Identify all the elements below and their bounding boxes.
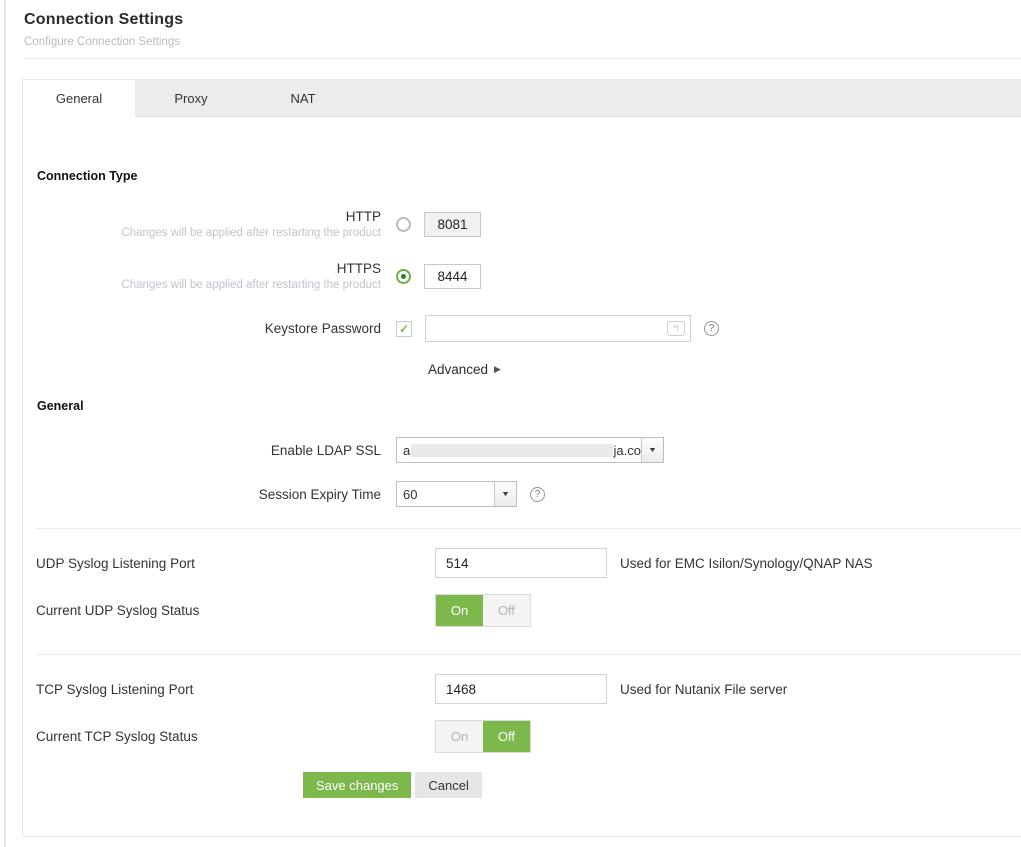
advanced-label: Advanced xyxy=(428,362,488,377)
form-actions: Save changes Cancel xyxy=(303,772,1021,798)
ldap-ssl-selected-value: a ja.co xyxy=(397,443,641,458)
udp-syslog-status-label: Current UDP Syslog Status xyxy=(36,603,435,618)
password-manager-icon[interactable]: *! xyxy=(667,321,685,336)
redaction-bar xyxy=(411,444,612,457)
ldap-ssl-row: Enable LDAP SSL a ja.co ▼ xyxy=(23,437,1021,463)
keystore-row: Keystore Password ✓ *! ? xyxy=(23,315,1021,342)
https-label-block: HTTPS Changes will be applied after rest… xyxy=(23,261,381,291)
ldap-value-end: ja.co xyxy=(614,443,641,458)
keystore-password-input[interactable] xyxy=(426,316,656,341)
udp-syslog-note: Used for EMC Isilon/Synology/QNAP NAS xyxy=(620,556,873,571)
ldap-ssl-controls: a ja.co ▼ xyxy=(396,437,664,463)
session-expiry-dropdown-button[interactable]: ▼ xyxy=(494,482,516,506)
keystore-controls: ✓ *! ? xyxy=(396,315,719,342)
session-expiry-value: 60 xyxy=(403,487,417,502)
tab-bar: General Proxy NAT xyxy=(23,80,1021,117)
tab-general[interactable]: General xyxy=(23,80,135,117)
tcp-syslog-port-input[interactable] xyxy=(435,674,607,704)
check-icon: ✓ xyxy=(399,323,409,335)
ldap-dropdown-button[interactable]: ▼ xyxy=(641,438,663,462)
tab-proxy[interactable]: Proxy xyxy=(135,80,247,117)
tcp-toggle-off-button[interactable]: Off xyxy=(483,721,530,752)
https-row: HTTPS Changes will be applied after rest… xyxy=(23,261,1021,291)
section-divider xyxy=(36,654,1021,655)
session-expiry-label: Session Expiry Time xyxy=(23,487,381,502)
udp-syslog-status-toggle: On Off xyxy=(435,594,531,627)
keystore-checkbox[interactable]: ✓ xyxy=(396,321,412,337)
https-restart-note: Changes will be applied after restarting… xyxy=(23,279,381,291)
session-expiry-row: Session Expiry Time 60 ▼ ? xyxy=(23,481,1021,507)
chevron-right-icon: ▶ xyxy=(494,364,501,375)
keystore-label-block: Keystore Password xyxy=(23,321,381,336)
http-row: HTTP Changes will be applied after resta… xyxy=(23,209,1021,239)
tcp-syslog-port-row: TCP Syslog Listening Port Used for Nutan… xyxy=(23,674,1021,704)
tcp-syslog-status-toggle: On Off xyxy=(435,720,531,753)
ldap-ssl-label-block: Enable LDAP SSL xyxy=(23,443,381,458)
section-title-general: General xyxy=(37,399,1021,413)
chevron-down-icon: ▼ xyxy=(501,491,510,498)
keystore-password-field-wrap: *! xyxy=(425,315,691,342)
udp-toggle-on-button[interactable]: On xyxy=(436,595,483,626)
tcp-syslog-status-row: Current TCP Syslog Status On Off xyxy=(23,720,1021,753)
cancel-button[interactable]: Cancel xyxy=(415,772,481,798)
session-expiry-label-block: Session Expiry Time xyxy=(23,487,381,502)
https-radio[interactable] xyxy=(396,269,411,284)
session-expiry-controls: 60 ▼ ? xyxy=(396,481,545,507)
http-port-input[interactable] xyxy=(424,212,481,237)
udp-syslog-status-row: Current UDP Syslog Status On Off xyxy=(23,594,1021,627)
ldap-value-start: a xyxy=(403,443,410,458)
http-restart-note: Changes will be applied after restarting… xyxy=(23,227,381,239)
save-changes-button[interactable]: Save changes xyxy=(303,772,411,798)
tcp-syslog-port-label: TCP Syslog Listening Port xyxy=(36,682,435,697)
session-expiry-help-icon[interactable]: ? xyxy=(530,487,545,502)
http-radio[interactable] xyxy=(396,217,411,232)
tcp-syslog-status-label: Current TCP Syslog Status xyxy=(36,729,435,744)
sidebar-edge-divider xyxy=(4,0,6,847)
tab-content-general: Connection Type HTTP Changes will be app… xyxy=(23,169,1021,836)
page-subtitle: Configure Connection Settings xyxy=(24,36,1021,48)
udp-syslog-port-label: UDP Syslog Listening Port xyxy=(36,556,435,571)
session-expiry-select[interactable]: 60 ▼ xyxy=(396,481,517,507)
udp-toggle-off-button[interactable]: Off xyxy=(483,595,530,626)
https-label: HTTPS xyxy=(23,261,381,276)
page-title: Connection Settings xyxy=(24,11,1021,29)
http-controls xyxy=(396,212,481,237)
https-controls xyxy=(396,264,481,289)
ldap-ssl-label: Enable LDAP SSL xyxy=(23,443,381,458)
ldap-ssl-select[interactable]: a ja.co ▼ xyxy=(396,437,664,463)
session-expiry-selected-value: 60 xyxy=(397,487,494,502)
https-port-input[interactable] xyxy=(424,264,481,289)
tab-nat[interactable]: NAT xyxy=(247,80,359,117)
udp-syslog-port-input[interactable] xyxy=(435,548,607,578)
settings-panel: General Proxy NAT Connection Type HTTP C… xyxy=(22,79,1021,837)
http-label: HTTP xyxy=(23,209,381,224)
section-title-connection-type: Connection Type xyxy=(37,169,1021,183)
keystore-label: Keystore Password xyxy=(23,321,381,336)
tcp-toggle-on-button[interactable]: On xyxy=(436,721,483,752)
header-divider xyxy=(24,58,1021,59)
chevron-down-icon: ▼ xyxy=(648,447,657,454)
advanced-link[interactable]: Advanced ▶ xyxy=(428,362,501,377)
section-divider xyxy=(36,528,1021,529)
udp-syslog-port-row: UDP Syslog Listening Port Used for EMC I… xyxy=(23,548,1021,578)
tcp-syslog-note: Used for Nutanix File server xyxy=(620,682,787,697)
http-label-block: HTTP Changes will be applied after resta… xyxy=(23,209,381,239)
page-header: Connection Settings Configure Connection… xyxy=(0,0,1021,48)
keystore-help-icon[interactable]: ? xyxy=(704,321,719,336)
